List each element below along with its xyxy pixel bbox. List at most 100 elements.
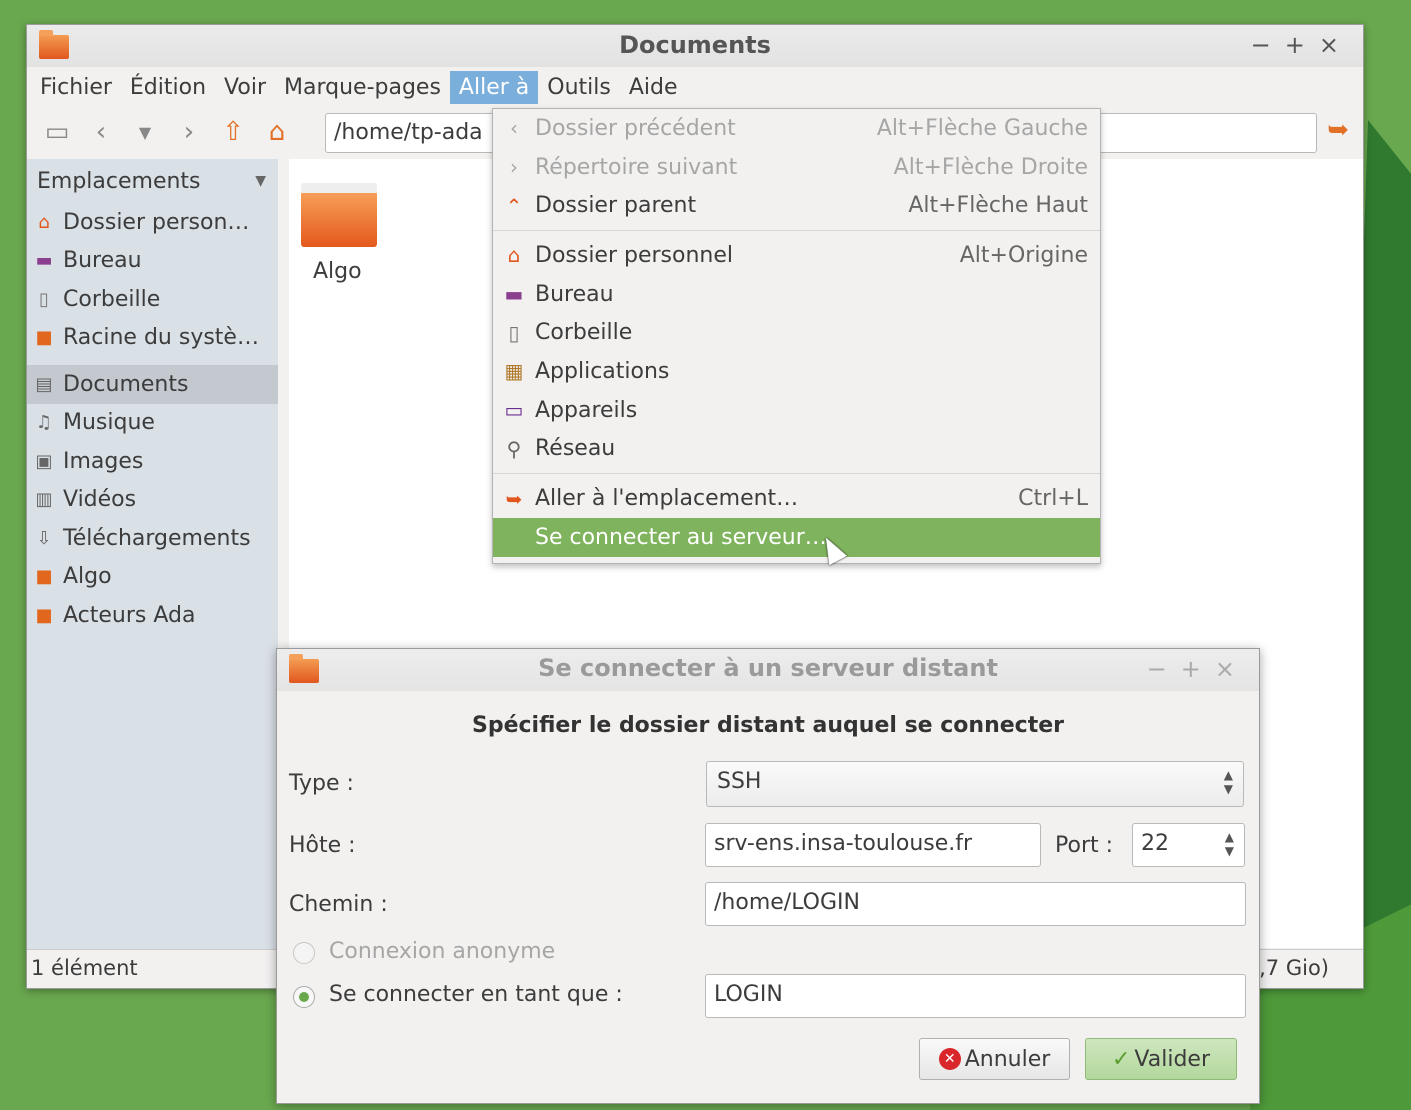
host-input[interactable]: srv-ens.insa-toulouse.fr	[705, 823, 1041, 867]
menu-aide[interactable]: Aide	[620, 71, 687, 104]
up-icon[interactable]: ⇧	[211, 117, 255, 147]
sidebar-item-label: Corbeille	[63, 286, 161, 312]
menu-item-desktop[interactable]: ▬ Bureau	[493, 275, 1100, 314]
download-icon: ⇩	[36, 527, 52, 549]
sidebar-header[interactable]: Emplacements ▼	[27, 159, 278, 203]
sidebar-item-images[interactable]: ▣ Images	[27, 442, 278, 481]
spin-arrows-icon[interactable]: ▲ ▼	[1225, 830, 1234, 858]
close-button[interactable]: ×	[1215, 655, 1249, 683]
status-free-space: ,7 Gio)	[1259, 956, 1329, 980]
sidebar-item-label: Images	[63, 448, 144, 474]
validate-button[interactable]: ✓ Valider	[1085, 1038, 1237, 1080]
sidebar-item-label: Musique	[63, 410, 155, 436]
goto-icon: ➥	[505, 486, 523, 511]
dialog-heading: Spécifier le dossier distant auquel se c…	[471, 713, 1064, 738]
menu-aller-a[interactable]: Aller à	[449, 70, 539, 104]
dialog-titlebar[interactable]: Se connecter à un serveur distant −+×	[277, 649, 1259, 691]
sidebar-item-downloads[interactable]: ⇩ Téléchargements	[27, 519, 278, 558]
window-title: Documents	[619, 31, 771, 59]
check-icon: ✓	[1111, 1046, 1131, 1072]
menu-item-previous-folder[interactable]: ‹ Dossier précédent Alt+Flèche Gauche	[493, 109, 1100, 148]
maximize-button[interactable]: +	[1285, 31, 1319, 59]
sidebar-item-label: Documents	[63, 371, 189, 397]
username-input[interactable]: LOGIN	[705, 974, 1246, 1018]
connect-as-label: Se connecter en tant que :	[329, 982, 623, 1007]
documents-icon: ▤	[35, 373, 53, 395]
port-value: 22	[1141, 831, 1169, 856]
window-controls: −+×	[1251, 31, 1353, 59]
menu-edition[interactable]: Édition	[121, 71, 215, 104]
port-spinner[interactable]: 22 ▲ ▼	[1132, 823, 1245, 867]
menu-item-devices[interactable]: ▭ Appareils	[493, 391, 1100, 430]
sidebar-item-desktop[interactable]: ▬ Bureau	[27, 242, 278, 281]
folder-icon[interactable]	[301, 183, 377, 247]
sidebar-item-label: Bureau	[63, 248, 142, 274]
maximize-button[interactable]: +	[1181, 655, 1215, 683]
sidebar-item-trash[interactable]: ▯ Corbeille	[27, 280, 278, 319]
type-label: Type :	[289, 771, 354, 796]
video-icon: ▥	[35, 489, 53, 511]
sidebar-item-videos[interactable]: ▥ Vidéos	[27, 481, 278, 520]
minimize-button[interactable]: −	[1147, 655, 1181, 683]
sidebar-item-label: Téléchargements	[63, 525, 251, 551]
sidebar-item-documents[interactable]: ▤ Documents	[27, 365, 278, 404]
dialog-title: Se connecter à un serveur distant	[538, 654, 998, 682]
menu-item-connect-to-server[interactable]: Se connecter au serveur…	[493, 517, 1100, 557]
updown-icon: ▲ ▼	[1223, 768, 1233, 796]
sidebar-item-label: Dossier person…	[63, 209, 250, 235]
menu-outils[interactable]: Outils	[538, 71, 620, 104]
type-select[interactable]: SSH ▲ ▼	[706, 761, 1244, 807]
host-label: Hôte :	[289, 833, 356, 858]
home-icon[interactable]: ⌂	[255, 117, 299, 147]
images-icon: ▣	[35, 450, 53, 472]
sidebar-item-home[interactable]: ⌂ Dossier person…	[27, 203, 278, 242]
minimize-button[interactable]: −	[1251, 31, 1285, 59]
sidebar-item-label: Vidéos	[63, 487, 137, 513]
sidebar-header-label: Emplacements	[37, 168, 201, 194]
applications-icon: ▦	[504, 359, 524, 384]
history-dropdown-icon[interactable]: ▼	[123, 123, 167, 142]
menu-item-trash[interactable]: ▯ Corbeille	[493, 313, 1100, 352]
menubar: Fichier Édition Voir Marque-pages Aller …	[27, 67, 1363, 107]
connect-as-radio[interactable]	[293, 986, 315, 1008]
type-select-value: SSH	[717, 769, 762, 794]
sidebar-item-root[interactable]: ■ Racine du systè…	[27, 319, 278, 358]
connect-server-dialog: Se connecter à un serveur distant −+× Sp…	[276, 648, 1260, 1104]
back-icon: ‹	[510, 116, 518, 141]
menu-fichier[interactable]: Fichier	[31, 71, 121, 104]
go-icon[interactable]: ➥	[1327, 115, 1349, 145]
forward-icon[interactable]: ›	[167, 117, 211, 147]
folder-icon: ■	[35, 566, 53, 588]
menu-item-network[interactable]: ⚲ Réseau	[493, 430, 1100, 469]
network-icon: ⚲	[506, 436, 522, 461]
new-tab-icon[interactable]: ▭	[35, 117, 79, 147]
sidebar-item-music[interactable]: ♫ Musique	[27, 404, 278, 443]
anonymous-radio[interactable]	[293, 942, 315, 964]
menu-item-parent-folder[interactable]: ⌃ Dossier parent Alt+Flèche Haut	[493, 186, 1100, 225]
menu-marque-pages[interactable]: Marque-pages	[275, 71, 450, 104]
sidebar-item-label: Racine du systè…	[63, 325, 259, 351]
sidebar-item-algo[interactable]: ■ Algo	[27, 558, 278, 597]
menu-item-home-folder[interactable]: ⌂ Dossier personnel Alt+Origine	[493, 236, 1100, 275]
chevron-down-icon: ▼	[255, 173, 266, 189]
goto-menu: ‹ Dossier précédent Alt+Flèche Gauche › Rép…	[492, 108, 1101, 564]
menu-item-goto-location[interactable]: ➥ Aller à l'emplacement… Ctrl+L	[493, 479, 1100, 518]
sidebar-item-label: Algo	[63, 564, 112, 590]
folder-label[interactable]: Algo	[313, 259, 362, 284]
desktop-icon: ▬	[35, 250, 53, 272]
path-label: Chemin :	[289, 892, 388, 917]
back-icon[interactable]: ‹	[79, 117, 123, 147]
sidebar: Emplacements ▼ ⌂ Dossier person… ▬ Bureau …	[27, 159, 278, 949]
devices-icon: ▭	[504, 398, 524, 423]
menu-item-applications[interactable]: ▦ Applications	[493, 352, 1100, 391]
sidebar-item-acteurs-ada[interactable]: ■ Acteurs Ada	[27, 596, 278, 635]
forward-icon: ›	[510, 155, 518, 180]
menu-voir[interactable]: Voir	[215, 71, 275, 104]
cancel-button[interactable]: ✕ Annuler	[919, 1038, 1070, 1080]
sidebar-item-label: Acteurs Ada	[63, 602, 196, 628]
close-button[interactable]: ×	[1319, 31, 1353, 59]
menu-item-next-folder[interactable]: › Répertoire suivant Alt+Flèche Droite	[493, 148, 1100, 187]
path-input[interactable]: /home/LOGIN	[705, 882, 1246, 926]
window-titlebar[interactable]: Documents −+×	[27, 25, 1363, 67]
dialog-window-controls: −+×	[1147, 655, 1249, 683]
